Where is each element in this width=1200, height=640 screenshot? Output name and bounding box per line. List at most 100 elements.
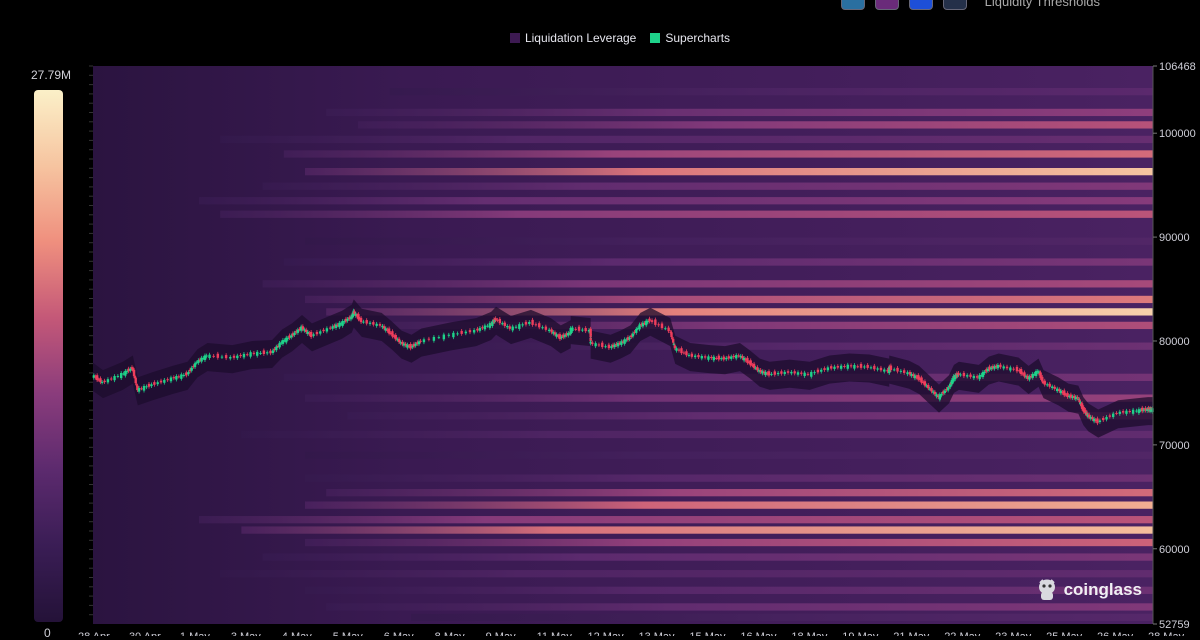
candle-body [1063, 390, 1066, 396]
candle-body [920, 377, 923, 383]
candle-body [712, 356, 716, 361]
candle-body [498, 318, 502, 324]
candle-body [478, 327, 482, 331]
candle-body [506, 326, 509, 328]
candle-body [604, 346, 607, 348]
candle-body [601, 342, 604, 348]
candle-body [707, 356, 710, 360]
candle-body [483, 325, 487, 330]
candle-body [943, 390, 947, 394]
x-tick-label: 15 May [689, 631, 726, 636]
candle-body [700, 355, 703, 359]
candle-body [265, 352, 269, 354]
candle-body [687, 354, 691, 356]
candle-body [460, 330, 463, 334]
candle-body [1056, 388, 1059, 392]
candle-body [422, 339, 426, 343]
candle-body [259, 352, 262, 354]
candle-body [737, 355, 740, 357]
candle-body [362, 321, 365, 323]
candle-body [574, 328, 577, 330]
x-tick-label: 23 May [995, 631, 1032, 636]
liquidation-band [389, 88, 1153, 96]
liquidation-band [326, 108, 1153, 117]
candle-body [983, 371, 986, 374]
candle-body [628, 337, 631, 340]
candle-body [735, 355, 738, 359]
liquidation-band [241, 430, 1153, 439]
candle-body [275, 346, 278, 351]
candle-body [544, 326, 548, 330]
candle-body [382, 326, 386, 329]
x-tick-label: 30 Apr [129, 631, 161, 636]
candle-body [654, 319, 657, 325]
candle-body [531, 319, 534, 325]
candle-body [322, 329, 325, 332]
candle-body [1115, 412, 1118, 414]
candle-body [187, 372, 190, 375]
liquidation-band [199, 516, 1153, 524]
liquidation-band [305, 295, 1153, 304]
candle-body [180, 374, 183, 379]
candle-body [863, 366, 866, 368]
candle-body [923, 381, 927, 386]
candle-body [208, 354, 211, 359]
candle-body [720, 358, 723, 360]
liquidation-band [283, 150, 1153, 158]
candle-body [212, 355, 215, 357]
x-tick-label: 22 May [944, 631, 981, 636]
x-tick-label: 13 May [638, 631, 675, 636]
candle-body [329, 327, 332, 329]
candle-body [1125, 410, 1128, 414]
candle-body [816, 369, 820, 373]
x-tick-label: 9 May [486, 631, 516, 636]
candle-body [232, 355, 236, 358]
candle-body [95, 375, 99, 381]
candle-body [325, 328, 329, 332]
x-tick-label: 4 May [282, 631, 312, 636]
candle-body [249, 352, 252, 357]
candle-body [476, 328, 479, 331]
liquidation-band [358, 121, 1153, 129]
candle-body [810, 371, 813, 377]
candle-body [319, 331, 322, 334]
candle-body [417, 341, 421, 345]
liquidation-band [326, 489, 1153, 497]
liquidation-band [305, 474, 1153, 482]
candle-body [803, 372, 806, 377]
candle-body [883, 369, 886, 372]
candle-body [432, 336, 436, 341]
candle-body [166, 379, 169, 381]
candle-body [1043, 380, 1046, 385]
candle-body [110, 378, 113, 380]
candle-body [521, 324, 524, 326]
candle-body [727, 356, 730, 359]
candle-body [969, 374, 972, 377]
candle-body [966, 375, 969, 377]
candle-body [547, 329, 551, 332]
candle-body [541, 327, 544, 329]
candle-body [177, 376, 181, 378]
x-tick-label: 6 May [384, 631, 414, 636]
candle-body [309, 331, 313, 338]
candle-body [746, 357, 749, 363]
candle-body [836, 366, 840, 368]
liquidation-heatmap-chart[interactable]: 106468 100000 90000 80000 70000 60000 52759 28… [0, 0, 1200, 636]
candle-body [946, 387, 950, 391]
candle-body [224, 355, 228, 359]
candle-body [833, 366, 836, 369]
candle-body [749, 360, 752, 366]
candle-body [682, 352, 686, 354]
candle-body [571, 327, 574, 332]
candle-body [786, 371, 790, 373]
candle-body [957, 372, 960, 376]
candle-body [246, 354, 249, 356]
x-tick-label: 18 May [791, 631, 828, 636]
x-tick-label: 26 May [1097, 631, 1134, 636]
coinglass-watermark: coinglass [1036, 578, 1142, 602]
x-tick-label: 16 May [740, 631, 777, 636]
candle-body [427, 338, 431, 340]
candle-body [675, 348, 678, 351]
candle-body [511, 326, 514, 331]
candle-body [252, 352, 256, 354]
